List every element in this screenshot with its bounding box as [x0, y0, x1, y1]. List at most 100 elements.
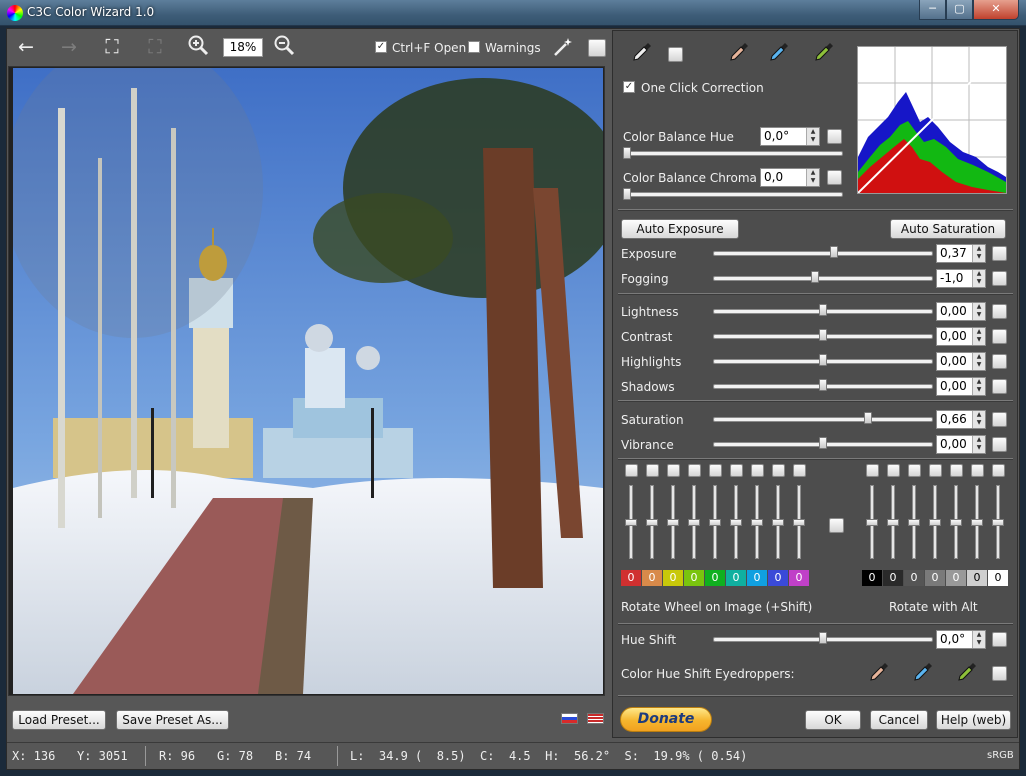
spin-arrows-icon[interactable]: ▲ ▼ — [972, 353, 985, 370]
mixer-select-button[interactable] — [971, 464, 984, 477]
mixer-slider-thumb[interactable] — [793, 519, 805, 526]
color-balance-hue-slider[interactable] — [623, 151, 843, 156]
spin-arrows-icon[interactable]: ▲ ▼ — [972, 411, 985, 428]
ok-button[interactable]: OK — [805, 710, 861, 730]
color-balance-hue-reset-button[interactable] — [827, 129, 842, 144]
english-flag-icon[interactable] — [587, 713, 604, 724]
contrast-field[interactable]: 0,00 ▲ ▼ — [936, 327, 986, 346]
zoom-in-icon[interactable] — [187, 34, 209, 56]
load-preset-button[interactable]: Load Preset... — [12, 710, 106, 730]
fogging-reset-button[interactable] — [992, 271, 1007, 286]
undo-arrow-icon[interactable]: ← — [15, 36, 37, 58]
hue-shift-field[interactable]: 0,0° ▲ ▼ — [936, 630, 986, 649]
mixer-select-button[interactable] — [772, 464, 785, 477]
contrast-slider-thumb[interactable] — [819, 329, 827, 341]
eyedropper-swatch-button[interactable] — [668, 47, 683, 62]
sky-hue-eyedropper-icon[interactable] — [911, 660, 935, 687]
color-balance-hue-field[interactable]: 0,0° ▲ ▼ — [760, 127, 820, 146]
zoom-level-field[interactable]: 18% — [223, 38, 263, 57]
donate-button[interactable]: Donate — [620, 707, 712, 732]
lightness-field[interactable]: 0,00 ▲ ▼ — [936, 302, 986, 321]
vibrance-field[interactable]: 0,00 ▲ ▼ — [936, 435, 986, 454]
ctrl-f-open-checkbox[interactable]: ✓ — [375, 41, 387, 53]
zoom-out-icon[interactable] — [273, 34, 295, 56]
shadows-slider-thumb[interactable] — [819, 379, 827, 391]
mixer-slider-thumb[interactable] — [992, 519, 1004, 526]
cancel-button[interactable]: Cancel — [870, 710, 928, 730]
spin-arrows-icon[interactable]: ▲ ▼ — [972, 631, 985, 648]
spin-arrows-icon[interactable]: ▲ ▼ — [806, 128, 819, 145]
mixer-slider-thumb[interactable] — [625, 519, 637, 526]
spin-arrows-icon[interactable]: ▲ ▼ — [972, 303, 985, 320]
auto-exposure-button[interactable]: Auto Exposure — [621, 219, 739, 239]
mixer-slider-thumb[interactable] — [971, 519, 983, 526]
exposure-slider[interactable] — [713, 251, 933, 256]
color-balance-hue-slider-thumb[interactable] — [623, 147, 631, 159]
hue-shift-slider-thumb[interactable] — [819, 632, 827, 644]
maximize-button[interactable]: ▢ — [946, 0, 973, 20]
mixer-select-button[interactable] — [730, 464, 743, 477]
spin-arrows-icon[interactable]: ▲ ▼ — [972, 270, 985, 287]
mixer-select-button[interactable] — [709, 464, 722, 477]
actual-size-icon[interactable]: ⛶ — [144, 36, 166, 58]
save-preset-button[interactable]: Save Preset As... — [116, 710, 229, 730]
options-square-button[interactable] — [588, 39, 606, 57]
fogging-field[interactable]: -1,0 ▲ ▼ — [936, 269, 986, 288]
close-button[interactable]: ✕ — [973, 0, 1019, 20]
mixer-slider-thumb[interactable] — [667, 519, 679, 526]
skin-eyedropper-icon[interactable] — [727, 40, 751, 67]
saturation-field[interactable]: 0,66 ▲ ▼ — [936, 410, 986, 429]
black-eyedropper-icon[interactable] — [630, 40, 654, 67]
russian-flag-icon[interactable] — [561, 713, 578, 724]
highlights-reset-button[interactable] — [992, 354, 1007, 369]
hue-eyedropper-reset-button[interactable] — [992, 666, 1007, 681]
mixer-slider-thumb[interactable] — [772, 519, 784, 526]
mixer-select-button[interactable] — [688, 464, 701, 477]
saturation-reset-button[interactable] — [992, 412, 1007, 427]
mixer-slider-thumb[interactable] — [688, 519, 700, 526]
skin-hue-eyedropper-icon[interactable] — [867, 660, 891, 687]
fogging-slider[interactable] — [713, 276, 933, 281]
one-click-correction-checkbox[interactable]: ✓ — [623, 81, 635, 93]
minimize-button[interactable]: ─ — [919, 0, 946, 20]
spin-arrows-icon[interactable]: ▲ ▼ — [972, 245, 985, 262]
color-balance-chroma-slider-thumb[interactable] — [623, 188, 631, 200]
highlights-field[interactable]: 0,00 ▲ ▼ — [936, 352, 986, 371]
lightness-slider-thumb[interactable] — [819, 304, 827, 316]
spin-arrows-icon[interactable]: ▲ ▼ — [972, 436, 985, 453]
foliage-eyedropper-icon[interactable] — [812, 40, 836, 67]
lightness-reset-button[interactable] — [992, 304, 1007, 319]
exposure-slider-thumb[interactable] — [830, 246, 838, 258]
exposure-reset-button[interactable] — [992, 246, 1007, 261]
redo-arrow-icon[interactable]: → — [58, 36, 80, 58]
color-balance-chroma-slider[interactable] — [623, 192, 843, 197]
mixer-select-button[interactable] — [793, 464, 806, 477]
mixer-select-button[interactable] — [929, 464, 942, 477]
hue-shift-reset-button[interactable] — [992, 632, 1007, 647]
mixer-select-button[interactable] — [908, 464, 921, 477]
mixer-select-button[interactable] — [887, 464, 900, 477]
spin-arrows-icon[interactable]: ▲ ▼ — [972, 378, 985, 395]
mixer-select-button[interactable] — [950, 464, 963, 477]
sky-eyedropper-icon[interactable] — [767, 40, 791, 67]
foliage-hue-eyedropper-icon[interactable] — [955, 660, 979, 687]
spin-arrows-icon[interactable]: ▲ ▼ — [972, 328, 985, 345]
mixer-slider-thumb[interactable] — [929, 519, 941, 526]
mixer-slider-thumb[interactable] — [646, 519, 658, 526]
mixer-select-button[interactable] — [992, 464, 1005, 477]
mixer-slider-thumb[interactable] — [751, 519, 763, 526]
mixer-reset-button[interactable] — [829, 518, 844, 533]
exposure-field[interactable]: 0,37 ▲ ▼ — [936, 244, 986, 263]
saturation-slider[interactable] — [713, 417, 933, 422]
highlights-slider-thumb[interactable] — [819, 354, 827, 366]
mixer-select-button[interactable] — [667, 464, 680, 477]
shadows-field[interactable]: 0,00 ▲ ▼ — [936, 377, 986, 396]
shadows-reset-button[interactable] — [992, 379, 1007, 394]
spin-arrows-icon[interactable]: ▲ ▼ — [806, 169, 819, 186]
auto-saturation-button[interactable]: Auto Saturation — [890, 219, 1006, 239]
mixer-slider-thumb[interactable] — [950, 519, 962, 526]
warnings-checkbox[interactable] — [468, 41, 480, 53]
mixer-select-button[interactable] — [751, 464, 764, 477]
color-balance-chroma-field[interactable]: 0,0 ▲ ▼ — [760, 168, 820, 187]
mixer-slider-thumb[interactable] — [908, 519, 920, 526]
